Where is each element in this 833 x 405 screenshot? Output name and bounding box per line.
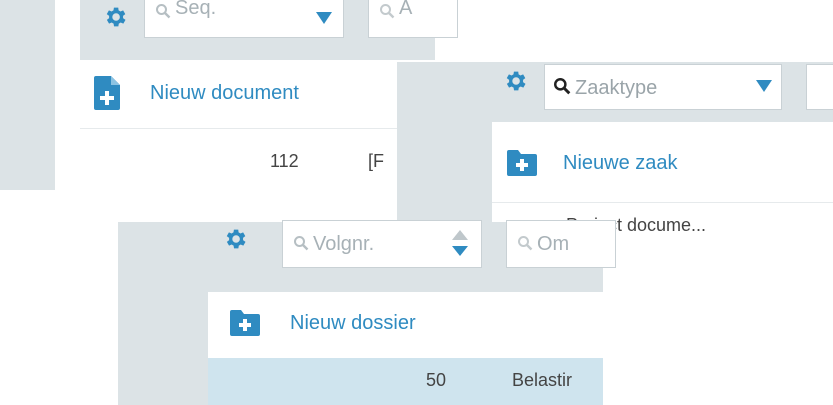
volgnr-filter[interactable]: Volgnr.: [282, 220, 482, 268]
new-document-label: Nieuw document: [150, 82, 299, 104]
gear-icon[interactable]: [502, 68, 528, 94]
second-filter-placeholder: A: [399, 0, 413, 19]
side-strip: [118, 222, 208, 405]
sort-descending-icon[interactable]: [315, 11, 333, 25]
row-number: 112: [270, 151, 299, 171]
search-icon: [294, 236, 309, 251]
volgnr-filter-placeholder: Volgnr.: [313, 233, 375, 255]
gear-icon[interactable]: [102, 4, 128, 30]
second-filter[interactable]: Om: [506, 220, 616, 268]
row-number: 50: [426, 370, 447, 390]
sort-ascending-icon[interactable]: [451, 229, 469, 241]
sequence-filter[interactable]: Seq.: [144, 0, 344, 38]
filter-toolbar: Seq. A: [80, 0, 458, 60]
gear-icon[interactable]: [222, 226, 248, 252]
second-filter[interactable]: [806, 64, 833, 110]
new-case-label: Nieuwe zaak: [563, 152, 678, 174]
filter-toolbar: Volgnr. Om: [208, 220, 616, 292]
dossiers-panel: Volgnr. Om Nieuw dossier 50 Belastir: [208, 220, 616, 405]
search-icon: [518, 236, 533, 251]
new-folder-icon: [507, 150, 537, 176]
new-folder-icon: [230, 310, 260, 336]
second-filter-placeholder: Om: [537, 233, 570, 255]
casetype-filter-placeholder: Zaaktype: [575, 77, 658, 99]
side-strip: [0, 0, 55, 190]
new-dossier-label: Nieuw dossier: [290, 312, 416, 334]
sort-descending-icon[interactable]: [755, 79, 773, 93]
new-dossier-button[interactable]: Nieuw dossier: [230, 302, 530, 346]
new-document-icon: [94, 76, 120, 110]
table-row[interactable]: 50 Belastir: [208, 358, 603, 405]
second-filter[interactable]: A: [368, 0, 458, 38]
sort-descending-icon[interactable]: [451, 245, 469, 257]
new-case-button[interactable]: Nieuwe zaak: [507, 142, 827, 186]
search-icon: [380, 4, 395, 19]
casetype-filter[interactable]: Zaaktype: [544, 64, 782, 110]
left-gutter: [397, 62, 492, 222]
filter-toolbar: Zaaktype: [492, 62, 833, 122]
table-row[interactable]: 112 [F: [80, 128, 435, 196]
documents-panel: Seq. A Nieuw document 112 [F: [80, 0, 458, 196]
search-icon: [554, 78, 571, 95]
row-text: [F: [368, 151, 384, 171]
sequence-filter-placeholder: Seq.: [175, 0, 217, 19]
new-document-button[interactable]: Nieuw document: [94, 70, 374, 120]
row-text: Belastir: [512, 370, 573, 390]
search-icon: [156, 4, 171, 19]
